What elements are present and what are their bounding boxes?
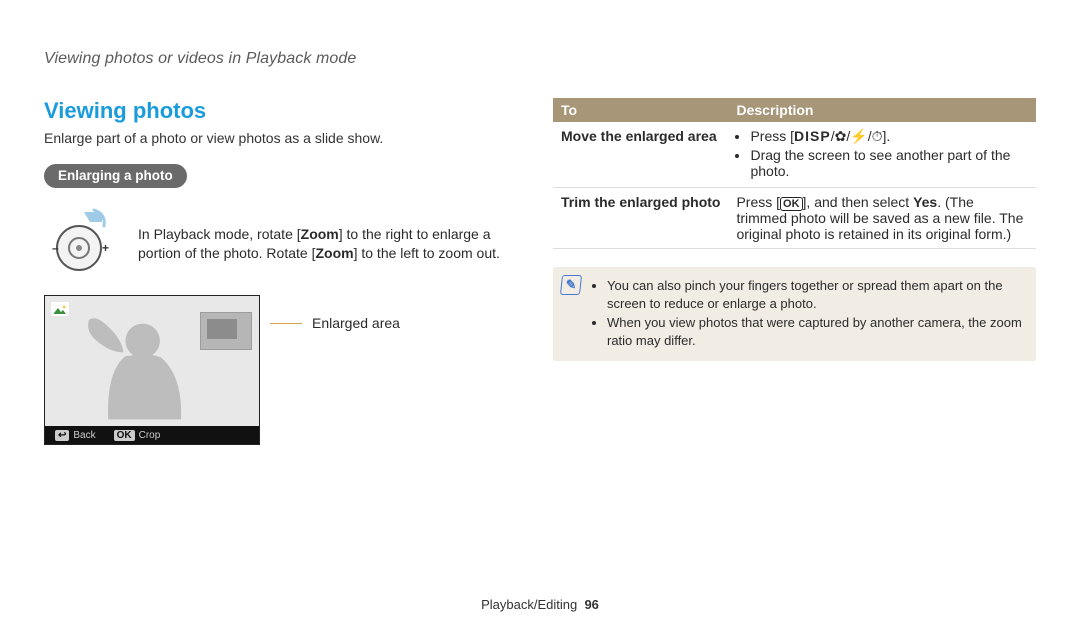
row-action: Move the enlarged area bbox=[553, 122, 728, 188]
note-bullet: When you view photos that were captured … bbox=[607, 314, 1024, 349]
note-bullet: You can also pinch your fingers together… bbox=[607, 277, 1024, 312]
row-description: Press [DISP/✿/⚡/⏱]. Drag the screen to s… bbox=[728, 122, 1036, 188]
timer-icon: ⏱ bbox=[872, 128, 883, 144]
subsection-pill: Enlarging a photo bbox=[44, 164, 187, 188]
svg-text:–: – bbox=[52, 241, 59, 255]
note-icon: ✎ bbox=[560, 275, 582, 295]
zoom-instruction-text: In Playback mode, rotate [Zoom] to the r… bbox=[138, 225, 527, 263]
text: ] to the left to zoom out. bbox=[354, 245, 500, 261]
footer-section: Playback/Editing bbox=[481, 597, 577, 612]
zoom-keyword: Zoom bbox=[301, 226, 339, 242]
two-column-layout: Viewing photos Enlarge part of a photo o… bbox=[44, 98, 1036, 445]
screenshot-bottom-bar: ↩ Back OK Crop bbox=[45, 426, 259, 444]
ok-key-icon: OK bbox=[114, 430, 135, 441]
macro-icon: ✿ bbox=[835, 128, 847, 144]
text: Press [ bbox=[750, 128, 794, 144]
text: In Playback mode, rotate [ bbox=[138, 226, 301, 242]
flash-icon: ⚡ bbox=[850, 128, 867, 144]
row-description: Press [OK], and then select Yes. (The tr… bbox=[728, 188, 1036, 249]
bullet: Press [DISP/✿/⚡/⏱]. bbox=[750, 128, 1028, 145]
table-header-description: Description bbox=[728, 98, 1036, 122]
row-action: Trim the enlarged photo bbox=[553, 188, 728, 249]
back-control: ↩ Back bbox=[55, 430, 96, 441]
svg-text:+: + bbox=[102, 241, 109, 255]
page-number: 96 bbox=[584, 597, 598, 612]
page-footer: Playback/Editing 96 bbox=[0, 597, 1080, 612]
callout: Enlarged area bbox=[270, 315, 400, 331]
camera-screenshot: ↩ Back OK Crop bbox=[44, 295, 260, 445]
ok-key-icon: OK bbox=[780, 197, 803, 211]
zoom-dial-icon: – + bbox=[44, 206, 124, 281]
text: ]. bbox=[883, 128, 891, 144]
note-box: ✎ You can also pinch your fingers togeth… bbox=[553, 267, 1036, 361]
disp-key-icon: DISP bbox=[794, 128, 831, 144]
bullet: Drag the screen to see another part of t… bbox=[750, 147, 1028, 179]
left-column: Viewing photos Enlarge part of a photo o… bbox=[44, 98, 527, 445]
person-silhouette bbox=[65, 314, 205, 429]
back-label: Back bbox=[73, 430, 95, 441]
screenshot-with-callout: ↩ Back OK Crop Enlarged area bbox=[44, 295, 527, 445]
enlarged-area-indicator bbox=[207, 319, 237, 339]
crop-control: OK Crop bbox=[114, 430, 161, 441]
zoom-instruction-row: – + In Playback mode, rotate [Zoom] to t… bbox=[44, 206, 527, 281]
section-lead: Enlarge part of a photo or view photos a… bbox=[44, 130, 527, 146]
description-table: To Description Move the enlarged area Pr… bbox=[553, 98, 1036, 249]
text: Press [ bbox=[736, 194, 780, 210]
back-key-icon: ↩ bbox=[55, 430, 69, 441]
callout-leader-line bbox=[270, 323, 302, 324]
table-row: Trim the enlarged photo Press [OK], and … bbox=[553, 188, 1036, 249]
running-header: Viewing photos or videos in Playback mod… bbox=[44, 50, 1036, 68]
right-column: To Description Move the enlarged area Pr… bbox=[553, 98, 1036, 445]
callout-label: Enlarged area bbox=[312, 315, 400, 331]
zoom-keyword: Zoom bbox=[315, 245, 353, 261]
text: ], and then select bbox=[803, 194, 914, 210]
manual-page: Viewing photos or videos in Playback mod… bbox=[0, 0, 1080, 630]
enlarged-area-map bbox=[200, 312, 252, 350]
section-title: Viewing photos bbox=[44, 98, 527, 124]
crop-label: Crop bbox=[139, 430, 161, 441]
table-header-to: To bbox=[553, 98, 728, 122]
table-row: Move the enlarged area Press [DISP/✿/⚡/⏱… bbox=[553, 122, 1036, 188]
yes-label: Yes bbox=[913, 194, 937, 210]
